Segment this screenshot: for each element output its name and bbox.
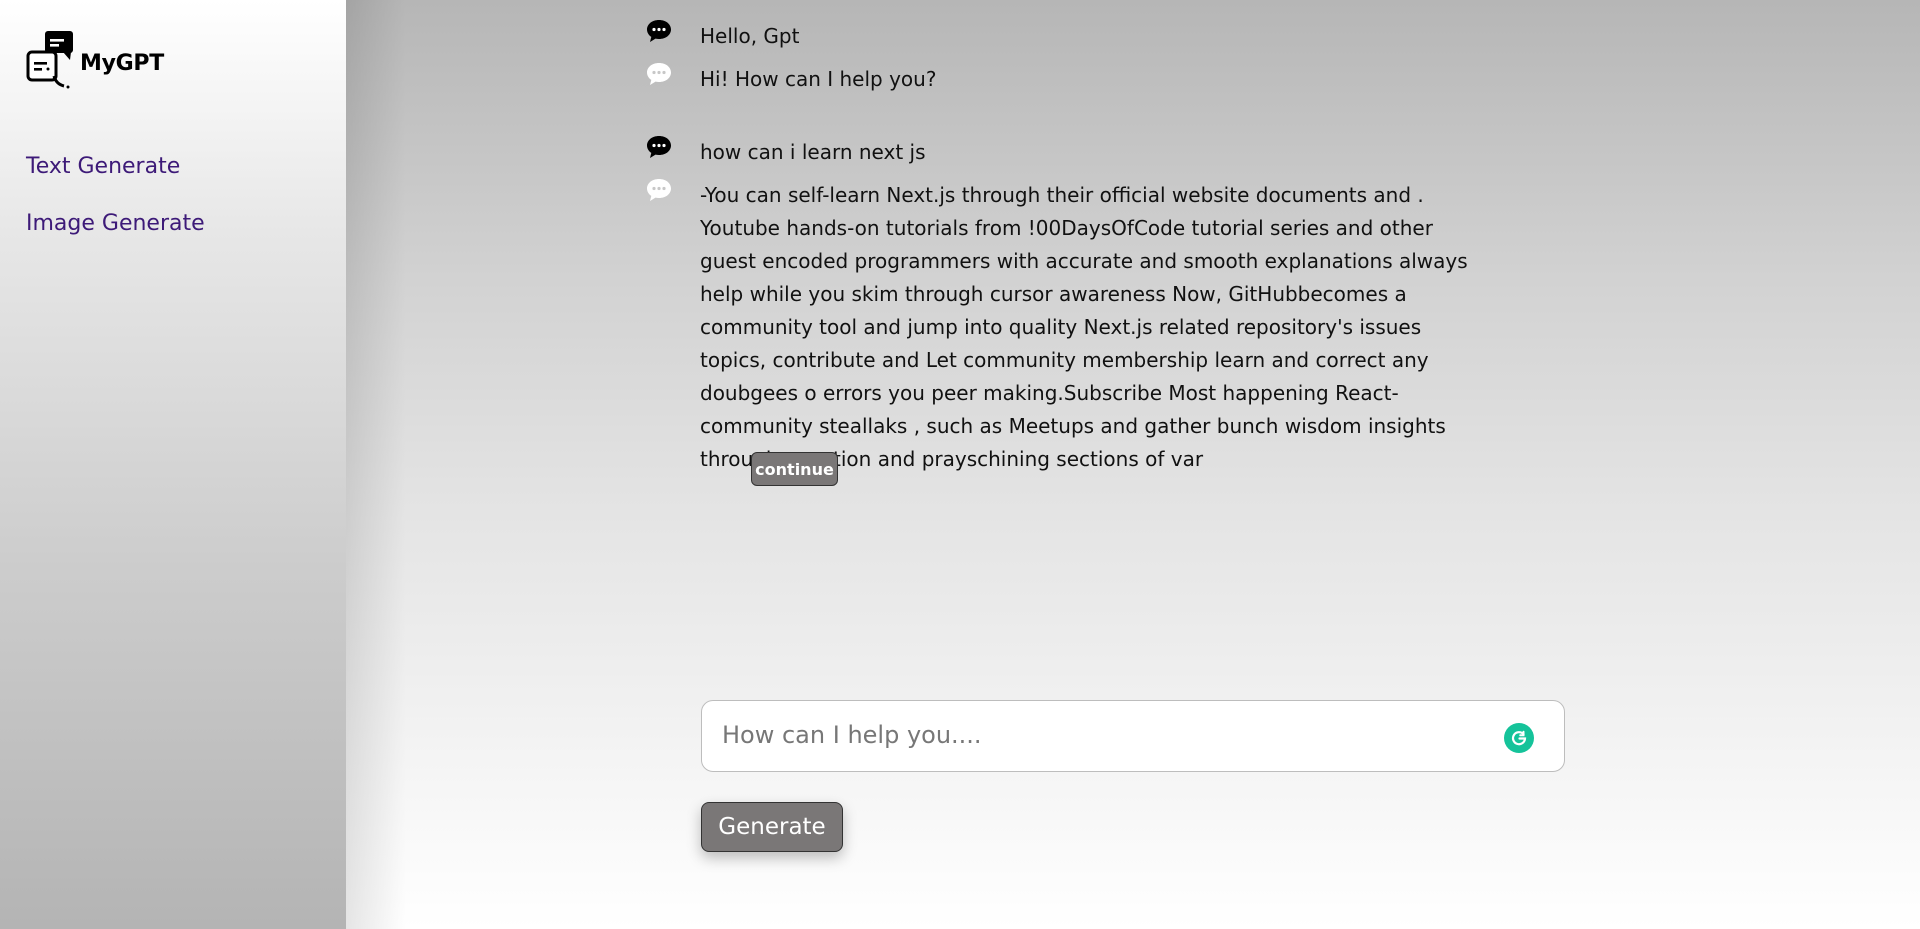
message-text: -You can self-learn Next.js through thei… [700, 183, 1468, 471]
chat-panel: Hello, Gpt Hi! How can I help you? how c… [346, 0, 1920, 929]
sidebar-nav: Text Generate Image Generate [26, 152, 205, 266]
message-text: Hi! How can I help you? [700, 67, 937, 91]
message-text: Hello, Gpt [700, 24, 800, 48]
chat-bubble-light-icon [647, 179, 671, 201]
sidebar: MyGPT Text Generate Image Generate [0, 0, 346, 929]
sidebar-item-text-generate[interactable]: Text Generate [26, 152, 205, 182]
grammarly-icon[interactable] [1504, 723, 1534, 753]
chat-bubble-dark-icon [647, 20, 671, 42]
message-user: Hello, Gpt [647, 20, 1480, 53]
message-assistant: -You can self-learn Next.js through thei… [647, 179, 1480, 476]
logo[interactable]: MyGPT [26, 30, 164, 90]
sidebar-item-image-generate[interactable]: Image Generate [26, 209, 205, 239]
prompt-input[interactable] [722, 717, 1482, 753]
message-assistant: Hi! How can I help you? [647, 63, 1480, 96]
logo-text: MyGPT [80, 51, 164, 76]
logo-chat-icon [26, 31, 73, 89]
chat-bubble-light-icon [647, 63, 671, 85]
chat-bubble-dark-icon [647, 136, 671, 158]
generate-button[interactable]: Generate [701, 802, 843, 852]
prompt-input-box [701, 700, 1565, 772]
continue-button[interactable]: continue [751, 452, 838, 486]
message-user: how can i learn next js [647, 136, 1480, 169]
message-text: how can i learn next js [700, 140, 926, 164]
